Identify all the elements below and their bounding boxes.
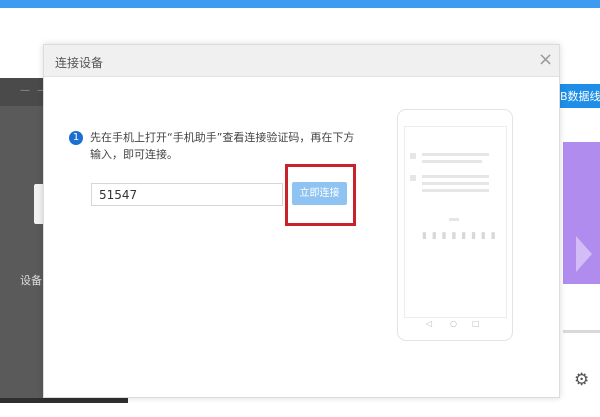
gear-icon[interactable]: ⚙ xyxy=(574,372,589,389)
phone-list-line xyxy=(422,175,489,178)
usb-cable-tab-label: B数据线 xyxy=(560,90,600,103)
divider xyxy=(563,330,600,333)
phone-list-line xyxy=(422,153,489,156)
play-icon xyxy=(576,236,592,272)
close-icon[interactable]: × xyxy=(538,51,553,69)
left-panel-label: 设备 xyxy=(20,274,42,287)
phone-code-label xyxy=(449,218,459,221)
verification-code-input[interactable] xyxy=(91,183,283,206)
phone-code-digits: ▮ ▮ ▮ ▮ ▮ ▮ ▮ ▮ xyxy=(422,231,497,241)
highlight-annotation xyxy=(285,164,356,226)
step-number-badge: 1 xyxy=(69,131,83,145)
dialog-title: 连接设备 xyxy=(55,56,104,70)
phone-list-line xyxy=(422,160,482,163)
phone-list-icon xyxy=(410,153,416,159)
phone-list-line xyxy=(422,182,489,185)
phone-home-icon: ○ xyxy=(450,319,457,328)
instruction-text: 先在手机上打开“手机助手”查看连接验证码，再在下方输入，即可连接。 xyxy=(90,131,355,161)
dialog-header: 连接设备 × xyxy=(44,45,559,77)
phone-back-icon: ◁ xyxy=(426,319,433,328)
phone-list-line xyxy=(422,189,489,192)
top-accent-bar xyxy=(0,0,600,8)
phone-recent-icon: □ xyxy=(472,319,480,328)
connect-device-dialog: 连接设备 × 1 先在手机上打开“手机助手”查看连接验证码，再在下方输入，即可连… xyxy=(43,44,560,398)
left-panel-footer xyxy=(0,398,128,403)
phone-list-icon xyxy=(410,175,416,181)
